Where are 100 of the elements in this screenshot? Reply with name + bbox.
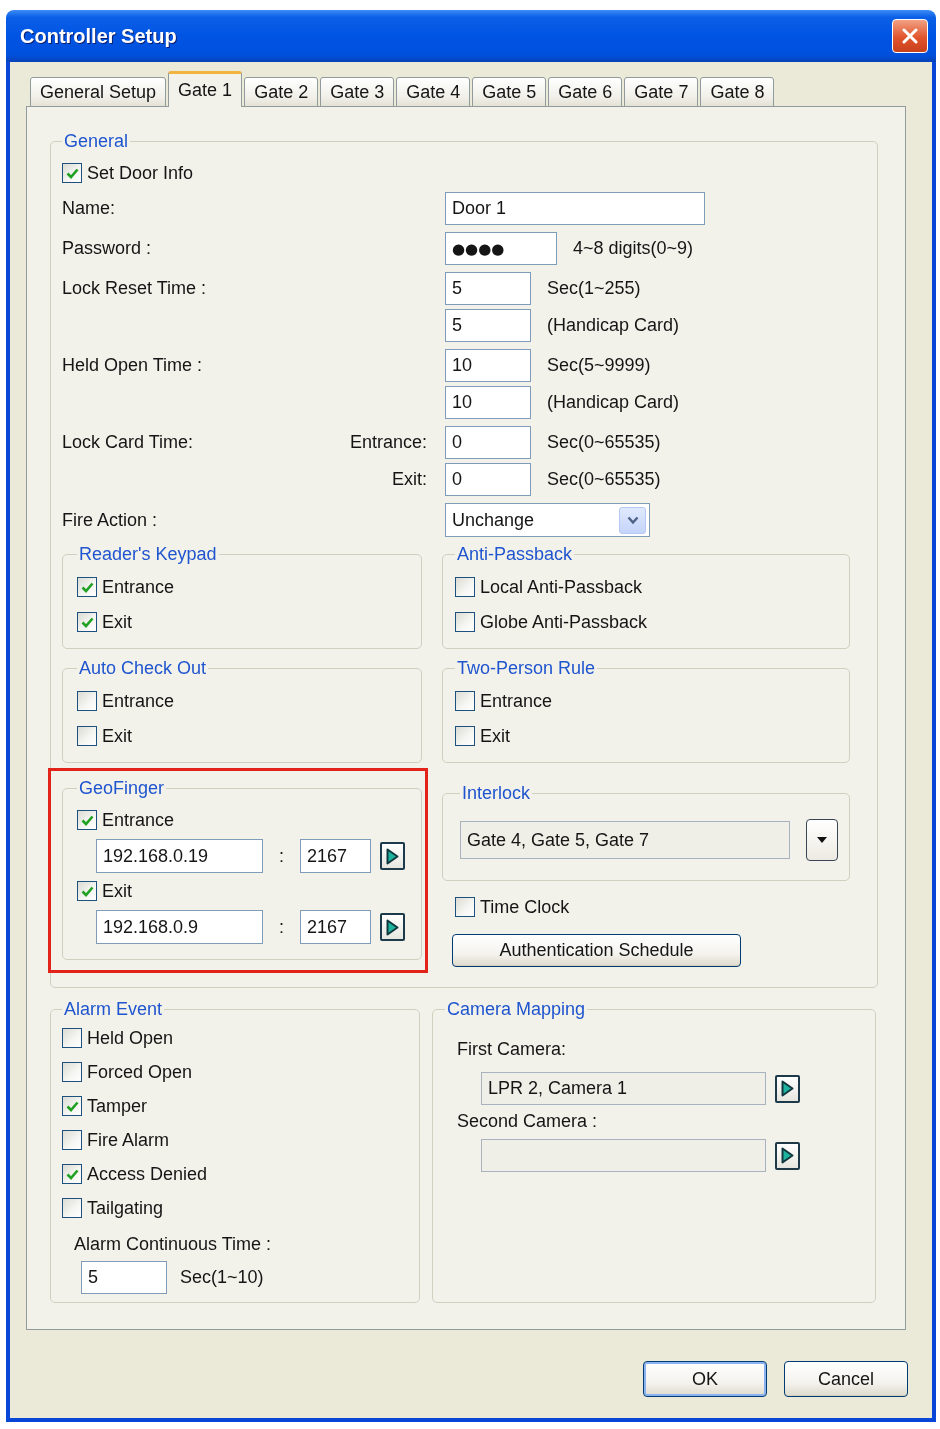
group-title: Alarm Event	[63, 998, 164, 1020]
checkbox-label: Entrance	[102, 690, 175, 712]
ip-address-field[interactable]: 192.168.0.9	[96, 910, 263, 944]
camera-field[interactable]: LPR 2, Camera 1	[481, 1072, 766, 1105]
triangle-right-icon	[386, 918, 399, 936]
arrow-button[interactable]	[380, 842, 405, 870]
group-title: Auto Check Out	[78, 657, 208, 679]
checkbox-label: Entrance	[480, 690, 553, 712]
tab[interactable]: Gate 5	[472, 77, 547, 107]
checkbox[interactable]	[77, 577, 97, 597]
tab[interactable]: Gate 8	[700, 77, 775, 107]
field-label: Alarm Continuous Time :	[74, 1234, 273, 1255]
checkbox[interactable]	[62, 1198, 82, 1218]
checkmark-icon	[80, 616, 94, 628]
separator-text: :	[279, 916, 284, 938]
dropdown[interactable]: Unchange	[445, 503, 650, 537]
group-title: General	[63, 130, 130, 152]
field-hint: 4~8 digits(0~9)	[573, 238, 694, 259]
checkbox[interactable]	[77, 881, 97, 901]
input-field[interactable]: 5	[445, 309, 531, 342]
arrow-button[interactable]	[380, 913, 405, 941]
input-field[interactable]: 0	[445, 463, 531, 496]
port-field[interactable]: 2167	[300, 910, 371, 944]
ip-address-field[interactable]: 192.168.0.19	[96, 839, 263, 873]
close-button[interactable]	[892, 19, 928, 53]
input-field[interactable]: 5	[445, 272, 531, 305]
tab[interactable]: Gate 7	[624, 77, 699, 107]
checkmark-icon	[65, 167, 79, 179]
input-field[interactable]: 10	[445, 349, 531, 382]
checkbox-label: Exit	[102, 880, 132, 902]
checkbox[interactable]	[455, 897, 475, 917]
tab[interactable]: Gate 6	[548, 77, 623, 107]
dialog-button[interactable]: OK	[643, 1361, 767, 1397]
dialog-button[interactable]: Cancel	[784, 1361, 908, 1397]
checkmark-icon	[65, 1100, 79, 1112]
group-title: Camera Mapping	[446, 998, 587, 1020]
input-field[interactable]: 5	[81, 1261, 167, 1294]
checkbox[interactable]	[62, 1130, 82, 1150]
tab[interactable]: Gate 3	[320, 77, 395, 107]
field-hint: Sec(0~65535)	[547, 432, 661, 453]
checkbox-label: Tamper	[87, 1095, 148, 1117]
checkbox[interactable]	[62, 1164, 82, 1184]
field-label: Password :	[62, 238, 152, 259]
field-label: Second Camera :	[457, 1111, 599, 1132]
close-icon	[902, 28, 918, 44]
group-title: Interlock	[461, 782, 532, 804]
checkbox-label: Entrance	[102, 576, 175, 598]
schedule-button[interactable]: Authentication Schedule	[452, 934, 741, 967]
field-label: Held Open Time :	[62, 355, 203, 376]
interlock-field[interactable]: Gate 4, Gate 5, Gate 7	[460, 821, 790, 859]
input-field[interactable]: 10	[445, 386, 531, 419]
checkbox[interactable]	[455, 612, 475, 632]
input-field[interactable]: 0	[445, 426, 531, 459]
field-hint: (Handicap Card)	[547, 392, 680, 413]
input-field[interactable]: Door 1	[445, 192, 705, 225]
arrow-button[interactable]	[775, 1074, 800, 1103]
arrow-button[interactable]	[775, 1141, 800, 1170]
checkbox-label: Exit	[480, 725, 510, 747]
checkbox[interactable]	[455, 691, 475, 711]
field-sublabel: Entrance:	[349, 432, 427, 453]
checkbox[interactable]	[77, 612, 97, 632]
tab[interactable]: Gate 1	[168, 71, 243, 107]
checkbox[interactable]	[62, 1096, 82, 1116]
field-sublabel: Exit:	[392, 469, 427, 490]
field-label: First Camera:	[457, 1039, 567, 1060]
dropdown-button[interactable]	[806, 819, 838, 861]
checkmark-icon	[80, 581, 94, 593]
port-field[interactable]: 2167	[300, 839, 371, 873]
field-hint: (Handicap Card)	[547, 315, 680, 336]
checkbox-label: Forced Open	[87, 1061, 193, 1083]
tab[interactable]: Gate 2	[244, 77, 319, 107]
field-hint: Sec(5~9999)	[547, 355, 651, 376]
triangle-right-icon	[781, 1147, 794, 1164]
checkbox[interactable]	[77, 691, 97, 711]
window-title: Controller Setup	[20, 24, 177, 48]
checkbox-label: Fire Alarm	[87, 1129, 169, 1151]
checkbox[interactable]	[62, 1028, 82, 1048]
checkbox[interactable]	[455, 577, 475, 597]
checkbox-label: Globe Anti-Passback	[480, 611, 648, 633]
field-hint: Sec(0~65535)	[547, 469, 661, 490]
checkbox[interactable]	[455, 726, 475, 746]
checkbox[interactable]	[62, 1062, 82, 1082]
field-hint: Sec(1~255)	[547, 278, 641, 299]
checkbox-label: Local Anti-Passback	[480, 576, 643, 598]
tab[interactable]: Gate 4	[396, 77, 471, 107]
password-field[interactable]: ●●●●	[445, 232, 557, 265]
field-label: Lock Reset Time :	[62, 278, 207, 299]
checkbox-label: Exit	[102, 611, 132, 633]
group-title: GeoFinger	[78, 777, 166, 799]
triangle-right-icon	[386, 847, 399, 865]
checkbox[interactable]	[62, 163, 82, 183]
checkbox-label: Exit	[102, 725, 132, 747]
field-label: Name:	[62, 198, 115, 219]
camera-field[interactable]	[481, 1139, 766, 1172]
tab[interactable]: General Setup	[30, 77, 167, 107]
field-hint: Sec(1~10)	[180, 1267, 264, 1288]
field-label: Lock Card Time:	[62, 432, 194, 453]
checkmark-icon	[80, 814, 94, 826]
checkbox[interactable]	[77, 810, 97, 830]
checkbox[interactable]	[77, 726, 97, 746]
